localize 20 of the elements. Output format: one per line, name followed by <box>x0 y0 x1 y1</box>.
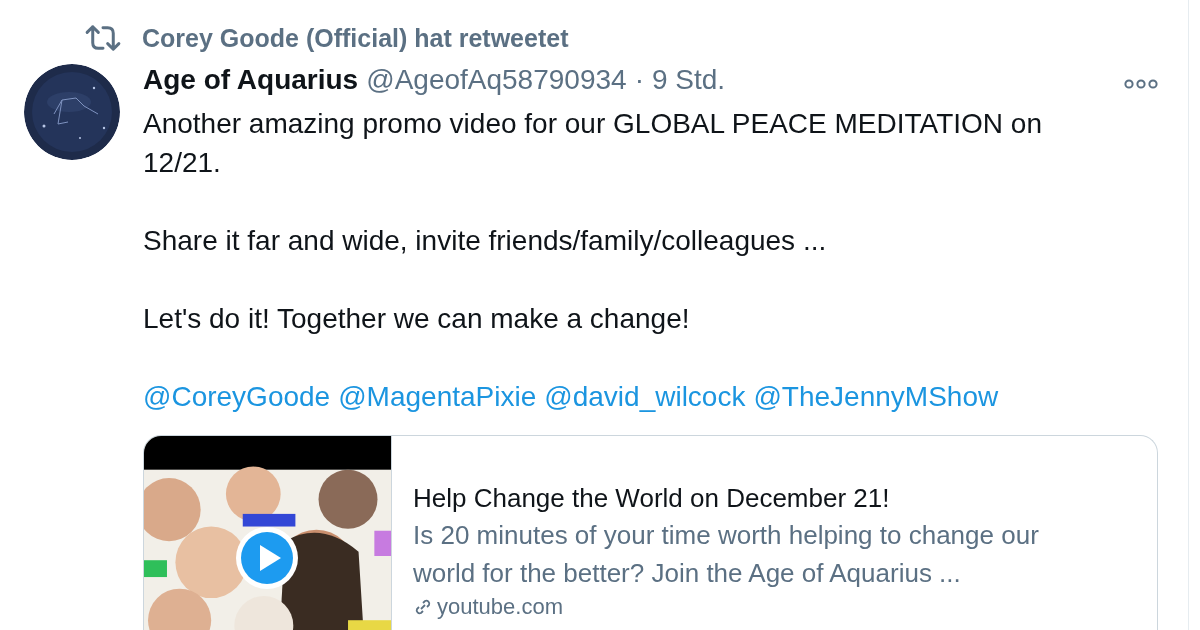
mention-link[interactable]: @TheJennyMShow <box>753 377 999 416</box>
card-domain: youtube.com <box>437 593 563 621</box>
card-title: Help Change the World on December 21! <box>413 482 891 515</box>
author-name[interactable]: Age of Aquarius <box>143 64 359 96</box>
mention-link[interactable]: @MagentaPixie <box>338 377 537 416</box>
author-handle[interactable]: @AgeofAq58790934 <box>366 64 627 96</box>
tweet-text: Share it far and wide, invite friends/family/colleagues ... <box>143 224 828 258</box>
mention-link[interactable]: @CoreyGoode <box>143 377 331 416</box>
play-icon[interactable] <box>235 526 299 590</box>
link-card[interactable]: Help Change the World on December 21! Is 20 minutes of your time worth helping to change our world for the better? Join the Age of Aquarius ... youtube.com <box>143 435 1158 630</box>
tweet-text: Another amazing promo video for our GLOBAL PEACE MEDITATION on 12/21. <box>143 107 1043 180</box>
link-icon <box>413 597 433 617</box>
retweet-icon <box>84 24 122 52</box>
separator-dot: · <box>634 64 644 96</box>
tweet-time[interactable]: 9 Std. <box>651 64 726 96</box>
tweet-text: Let's do it! Together we can make a change! <box>143 302 691 336</box>
mention-link[interactable]: @david_wilcock <box>544 377 746 416</box>
retweet-label[interactable]: Corey Goode (Official) hat retweetet <box>142 23 569 53</box>
card-description: Is 20 minutes of your time worth helping to change our world for the better? Join the Age of Aquarius ... <box>413 519 1040 590</box>
more-icon <box>1124 78 1158 89</box>
